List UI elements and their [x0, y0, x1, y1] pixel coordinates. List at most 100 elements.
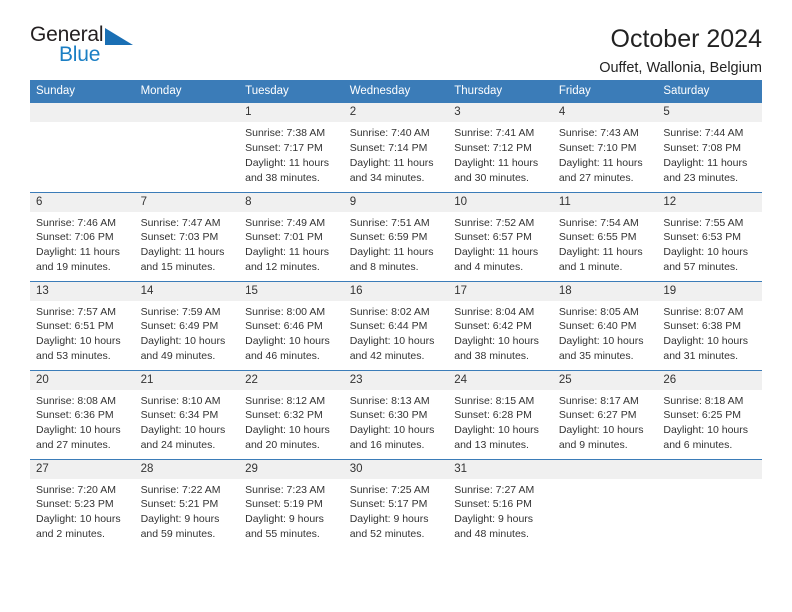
general-blue-logo[interactable]: General Blue: [30, 24, 148, 70]
day-details: [30, 122, 135, 126]
day-cell[interactable]: 6 Sunrise: 7:46 AM Sunset: 7:06 PM Daylig…: [30, 191, 135, 281]
weekday-header-saturday: Saturday: [657, 80, 762, 103]
day-cell[interactable]: 29 Sunrise: 7:23 AM Sunset: 5:19 PM Dayli…: [239, 458, 344, 548]
day-cell[interactable]: 12 Sunrise: 7:55 AM Sunset: 6:53 PM Dayli…: [657, 191, 762, 281]
day-number: 31: [448, 459, 553, 479]
day-number: [552, 459, 658, 479]
day-details: [553, 479, 658, 483]
page-header: General Blue October 2024 Ouffet, Wallon…: [30, 0, 762, 76]
day-cell[interactable]: 16 Sunrise: 8:02 AM Sunset: 6:44 PM Dayli…: [343, 280, 449, 370]
day-cell[interactable]: 13 Sunrise: 7:57 AM Sunset: 6:51 PM Dayli…: [30, 280, 135, 370]
day-number: 17: [448, 281, 553, 301]
day-number: 28: [134, 459, 240, 479]
weekday-header-sunday: Sunday: [30, 80, 135, 103]
day-cell[interactable]: 27 Sunrise: 7:20 AM Sunset: 5:23 PM Dayli…: [30, 458, 135, 548]
day-cell[interactable]: 7 Sunrise: 7:47 AM Sunset: 7:03 PM Daylig…: [134, 191, 240, 281]
logo-text-blue: Blue: [59, 43, 101, 66]
day-cell[interactable]: 28 Sunrise: 7:22 AM Sunset: 5:21 PM Dayli…: [134, 458, 240, 548]
day-number: 27: [30, 459, 135, 479]
day-number: 3: [448, 103, 553, 123]
day-cell[interactable]: 26 Sunrise: 8:18 AM Sunset: 6:25 PM Dayli…: [657, 369, 762, 459]
weekday-header-thursday: Thursday: [448, 80, 553, 103]
day-details: Sunrise: 8:05 AM Sunset: 6:40 PM Dayligh…: [558, 305, 644, 363]
day-cell[interactable]: [657, 458, 762, 548]
week-row: 27 Sunrise: 7:20 AM Sunset: 5:23 PM Dayli…: [30, 458, 762, 548]
calendar-body: 1 Sunrise: 7:38 AM Sunset: 7:17 PM Daylig…: [30, 103, 762, 548]
day-number: 15: [239, 281, 344, 301]
day-cell[interactable]: 20 Sunrise: 8:08 AM Sunset: 6:36 PM Dayli…: [30, 369, 135, 459]
calendar-page: General Blue October 2024 Ouffet, Wallon…: [0, 0, 792, 612]
day-cell[interactable]: [134, 103, 240, 192]
day-number: 24: [448, 370, 553, 390]
day-cell[interactable]: [552, 458, 658, 548]
day-cell[interactable]: 3 Sunrise: 7:41 AM Sunset: 7:12 PM Daylig…: [448, 103, 553, 192]
day-cell[interactable]: 17 Sunrise: 8:04 AM Sunset: 6:42 PM Dayli…: [448, 280, 553, 370]
day-number: 18: [552, 281, 658, 301]
day-details: Sunrise: 7:22 AM Sunset: 5:21 PM Dayligh…: [140, 483, 221, 541]
day-details: Sunrise: 7:27 AM Sunset: 5:16 PM Dayligh…: [454, 483, 535, 541]
day-number: 22: [239, 370, 344, 390]
title-block: October 2024 Ouffet, Wallonia, Belgium: [599, 24, 762, 76]
day-cell[interactable]: 1 Sunrise: 7:38 AM Sunset: 7:17 PM Daylig…: [239, 103, 344, 192]
day-cell[interactable]: 8 Sunrise: 7:49 AM Sunset: 7:01 PM Daylig…: [239, 191, 344, 281]
weekday-header-wednesday: Wednesday: [343, 80, 449, 103]
day-details: Sunrise: 7:51 AM Sunset: 6:59 PM Dayligh…: [349, 216, 434, 274]
day-number: 10: [448, 192, 553, 212]
day-details: Sunrise: 8:02 AM Sunset: 6:44 PM Dayligh…: [349, 305, 435, 363]
day-number: 4: [552, 103, 658, 123]
day-number: 16: [343, 281, 449, 301]
day-details: Sunrise: 7:49 AM Sunset: 7:01 PM Dayligh…: [245, 216, 329, 274]
day-number: [657, 459, 762, 479]
day-cell[interactable]: 14 Sunrise: 7:59 AM Sunset: 6:49 PM Dayli…: [134, 280, 240, 370]
day-details: Sunrise: 7:41 AM Sunset: 7:12 PM Dayligh…: [454, 127, 539, 184]
day-details: Sunrise: 8:18 AM Sunset: 6:25 PM Dayligh…: [663, 394, 749, 452]
day-details: Sunrise: 8:08 AM Sunset: 6:36 PM Dayligh…: [36, 394, 121, 452]
day-cell[interactable]: 30 Sunrise: 7:25 AM Sunset: 5:17 PM Dayli…: [343, 458, 449, 548]
day-number: [30, 103, 135, 123]
day-cell[interactable]: 23 Sunrise: 8:13 AM Sunset: 6:30 PM Dayli…: [343, 369, 449, 459]
day-details: Sunrise: 7:52 AM Sunset: 6:57 PM Dayligh…: [454, 216, 539, 274]
day-cell[interactable]: [30, 103, 135, 192]
day-details: Sunrise: 8:12 AM Sunset: 6:32 PM Dayligh…: [245, 394, 330, 452]
day-details: Sunrise: 7:44 AM Sunset: 7:08 PM Dayligh…: [663, 127, 748, 184]
day-details: Sunrise: 7:38 AM Sunset: 7:17 PM Dayligh…: [245, 127, 329, 184]
day-cell[interactable]: 11 Sunrise: 7:54 AM Sunset: 6:55 PM Dayli…: [552, 191, 658, 281]
day-cell[interactable]: 4 Sunrise: 7:43 AM Sunset: 7:10 PM Daylig…: [552, 103, 658, 192]
day-cell[interactable]: 21 Sunrise: 8:10 AM Sunset: 6:34 PM Dayli…: [134, 369, 240, 459]
day-cell[interactable]: 9 Sunrise: 7:51 AM Sunset: 6:59 PM Daylig…: [343, 191, 449, 281]
day-number: 9: [343, 192, 449, 212]
day-number: 13: [30, 281, 135, 301]
day-details: Sunrise: 8:07 AM Sunset: 6:38 PM Dayligh…: [663, 305, 749, 363]
day-number: 23: [343, 370, 449, 390]
day-cell[interactable]: 19 Sunrise: 8:07 AM Sunset: 6:38 PM Dayli…: [657, 280, 762, 370]
day-number: 20: [30, 370, 135, 390]
page-title: October 2024: [610, 25, 763, 53]
day-cell[interactable]: 31 Sunrise: 7:27 AM Sunset: 5:16 PM Dayli…: [448, 458, 553, 548]
day-details: Sunrise: 7:25 AM Sunset: 5:17 PM Dayligh…: [349, 483, 430, 541]
day-number: 19: [657, 281, 762, 301]
day-cell[interactable]: 2 Sunrise: 7:40 AM Sunset: 7:14 PM Daylig…: [343, 103, 449, 192]
day-cell[interactable]: 15 Sunrise: 8:00 AM Sunset: 6:46 PM Dayli…: [239, 280, 344, 370]
day-details: Sunrise: 7:57 AM Sunset: 6:51 PM Dayligh…: [36, 305, 121, 363]
day-details: [135, 122, 240, 126]
day-cell[interactable]: 10 Sunrise: 7:52 AM Sunset: 6:57 PM Dayli…: [448, 191, 553, 281]
day-number: 30: [343, 459, 449, 479]
day-details: Sunrise: 7:43 AM Sunset: 7:10 PM Dayligh…: [558, 127, 643, 184]
day-number: 25: [552, 370, 658, 390]
weekday-header-tuesday: Tuesday: [239, 80, 344, 103]
day-cell[interactable]: 25 Sunrise: 8:17 AM Sunset: 6:27 PM Dayli…: [552, 369, 658, 459]
day-number: 21: [134, 370, 240, 390]
weekday-header-friday: Friday: [552, 80, 658, 103]
day-details: Sunrise: 8:17 AM Sunset: 6:27 PM Dayligh…: [558, 394, 644, 452]
day-number: 8: [239, 192, 344, 212]
day-cell[interactable]: 24 Sunrise: 8:15 AM Sunset: 6:28 PM Dayli…: [448, 369, 553, 459]
sunrise-sunset-calendar: Sunday Monday Tuesday Wednesday Thursday…: [30, 80, 762, 548]
day-cell[interactable]: 22 Sunrise: 8:12 AM Sunset: 6:32 PM Dayli…: [239, 369, 344, 459]
day-number: 14: [134, 281, 240, 301]
day-number: 12: [657, 192, 762, 212]
day-cell[interactable]: 18 Sunrise: 8:05 AM Sunset: 6:40 PM Dayli…: [552, 280, 658, 370]
week-row: 1 Sunrise: 7:38 AM Sunset: 7:17 PM Daylig…: [30, 103, 762, 192]
day-cell[interactable]: 5 Sunrise: 7:44 AM Sunset: 7:08 PM Daylig…: [657, 103, 762, 192]
day-details: Sunrise: 7:46 AM Sunset: 7:06 PM Dayligh…: [36, 216, 120, 274]
day-number: 7: [134, 192, 240, 212]
